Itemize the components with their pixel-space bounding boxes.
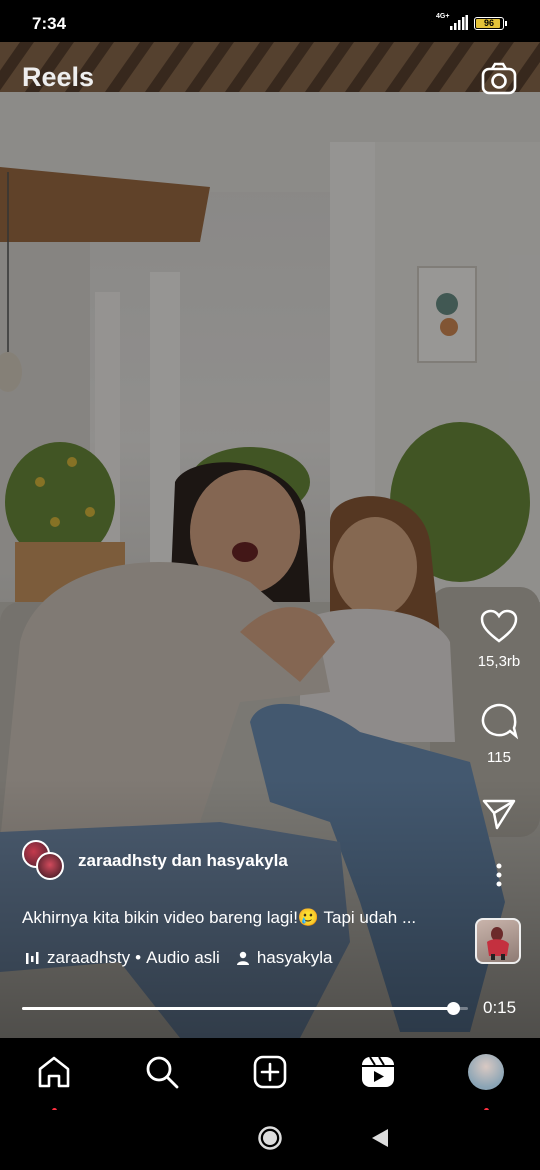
send-icon[interactable] — [481, 797, 517, 831]
tab-home[interactable] — [36, 1054, 72, 1113]
more-button[interactable] — [470, 862, 528, 893]
status-time: 7:34 — [32, 14, 67, 33]
audio-bars-icon — [26, 952, 39, 964]
meta-separator: • — [135, 948, 142, 967]
comment-button[interactable]: 115 — [470, 700, 528, 766]
share-button[interactable] — [470, 797, 528, 836]
like-count: 15,3rb — [477, 653, 521, 670]
circle-home-icon[interactable] — [257, 1125, 283, 1151]
audio-label[interactable]: Audio asli — [146, 948, 220, 968]
like-button[interactable]: 15,3rb — [470, 608, 528, 670]
status-bar: 7:34 4G+ 96 — [0, 0, 540, 42]
comment-count: 115 — [487, 749, 511, 766]
author-names[interactable]: zaraadhsty dan hasyakyla — [78, 851, 288, 871]
system-navigation-bar — [0, 1110, 540, 1170]
bottom-tab-bar — [0, 1038, 540, 1113]
battery-percent: 96 — [483, 18, 494, 28]
audio-author[interactable]: zaraadhsty — [47, 948, 130, 968]
tab-search[interactable] — [144, 1054, 180, 1090]
more-vertical-icon[interactable] — [494, 862, 504, 888]
profile-avatar[interactable] — [468, 1054, 504, 1090]
post-caption[interactable]: Akhirnya kita bikin video bareng lagi!🥲 … — [22, 908, 462, 928]
tab-create[interactable] — [252, 1054, 288, 1090]
add-square-icon[interactable] — [252, 1054, 288, 1090]
search-icon[interactable] — [144, 1054, 180, 1090]
video-duration: 0:15 — [483, 998, 517, 1017]
tagged-user[interactable]: hasyakyla — [257, 948, 333, 968]
person-icon — [236, 951, 249, 965]
progress-fill — [22, 1007, 454, 1010]
network-type: 4G+ — [436, 13, 450, 20]
camera-icon[interactable] — [480, 60, 518, 98]
comment-icon[interactable] — [479, 700, 519, 740]
tab-profile[interactable] — [468, 1054, 504, 1113]
reels-icon[interactable] — [360, 1054, 396, 1090]
heart-icon[interactable] — [479, 608, 519, 644]
page-title: Reels — [22, 62, 95, 92]
reel-video[interactable] — [0, 42, 540, 1038]
tab-reels[interactable] — [360, 1054, 396, 1090]
triangle-back-icon[interactable] — [370, 1127, 390, 1149]
video-progress[interactable] — [22, 1002, 468, 1015]
signal-icon — [450, 15, 468, 30]
audio-thumbnail[interactable] — [475, 918, 521, 964]
battery-icon: 96 — [474, 17, 507, 30]
home-icon[interactable] — [36, 1054, 72, 1090]
coauthor-avatar[interactable] — [36, 852, 64, 880]
audio-row: zaraadhsty • Audio asli hasyakyla — [26, 948, 332, 968]
